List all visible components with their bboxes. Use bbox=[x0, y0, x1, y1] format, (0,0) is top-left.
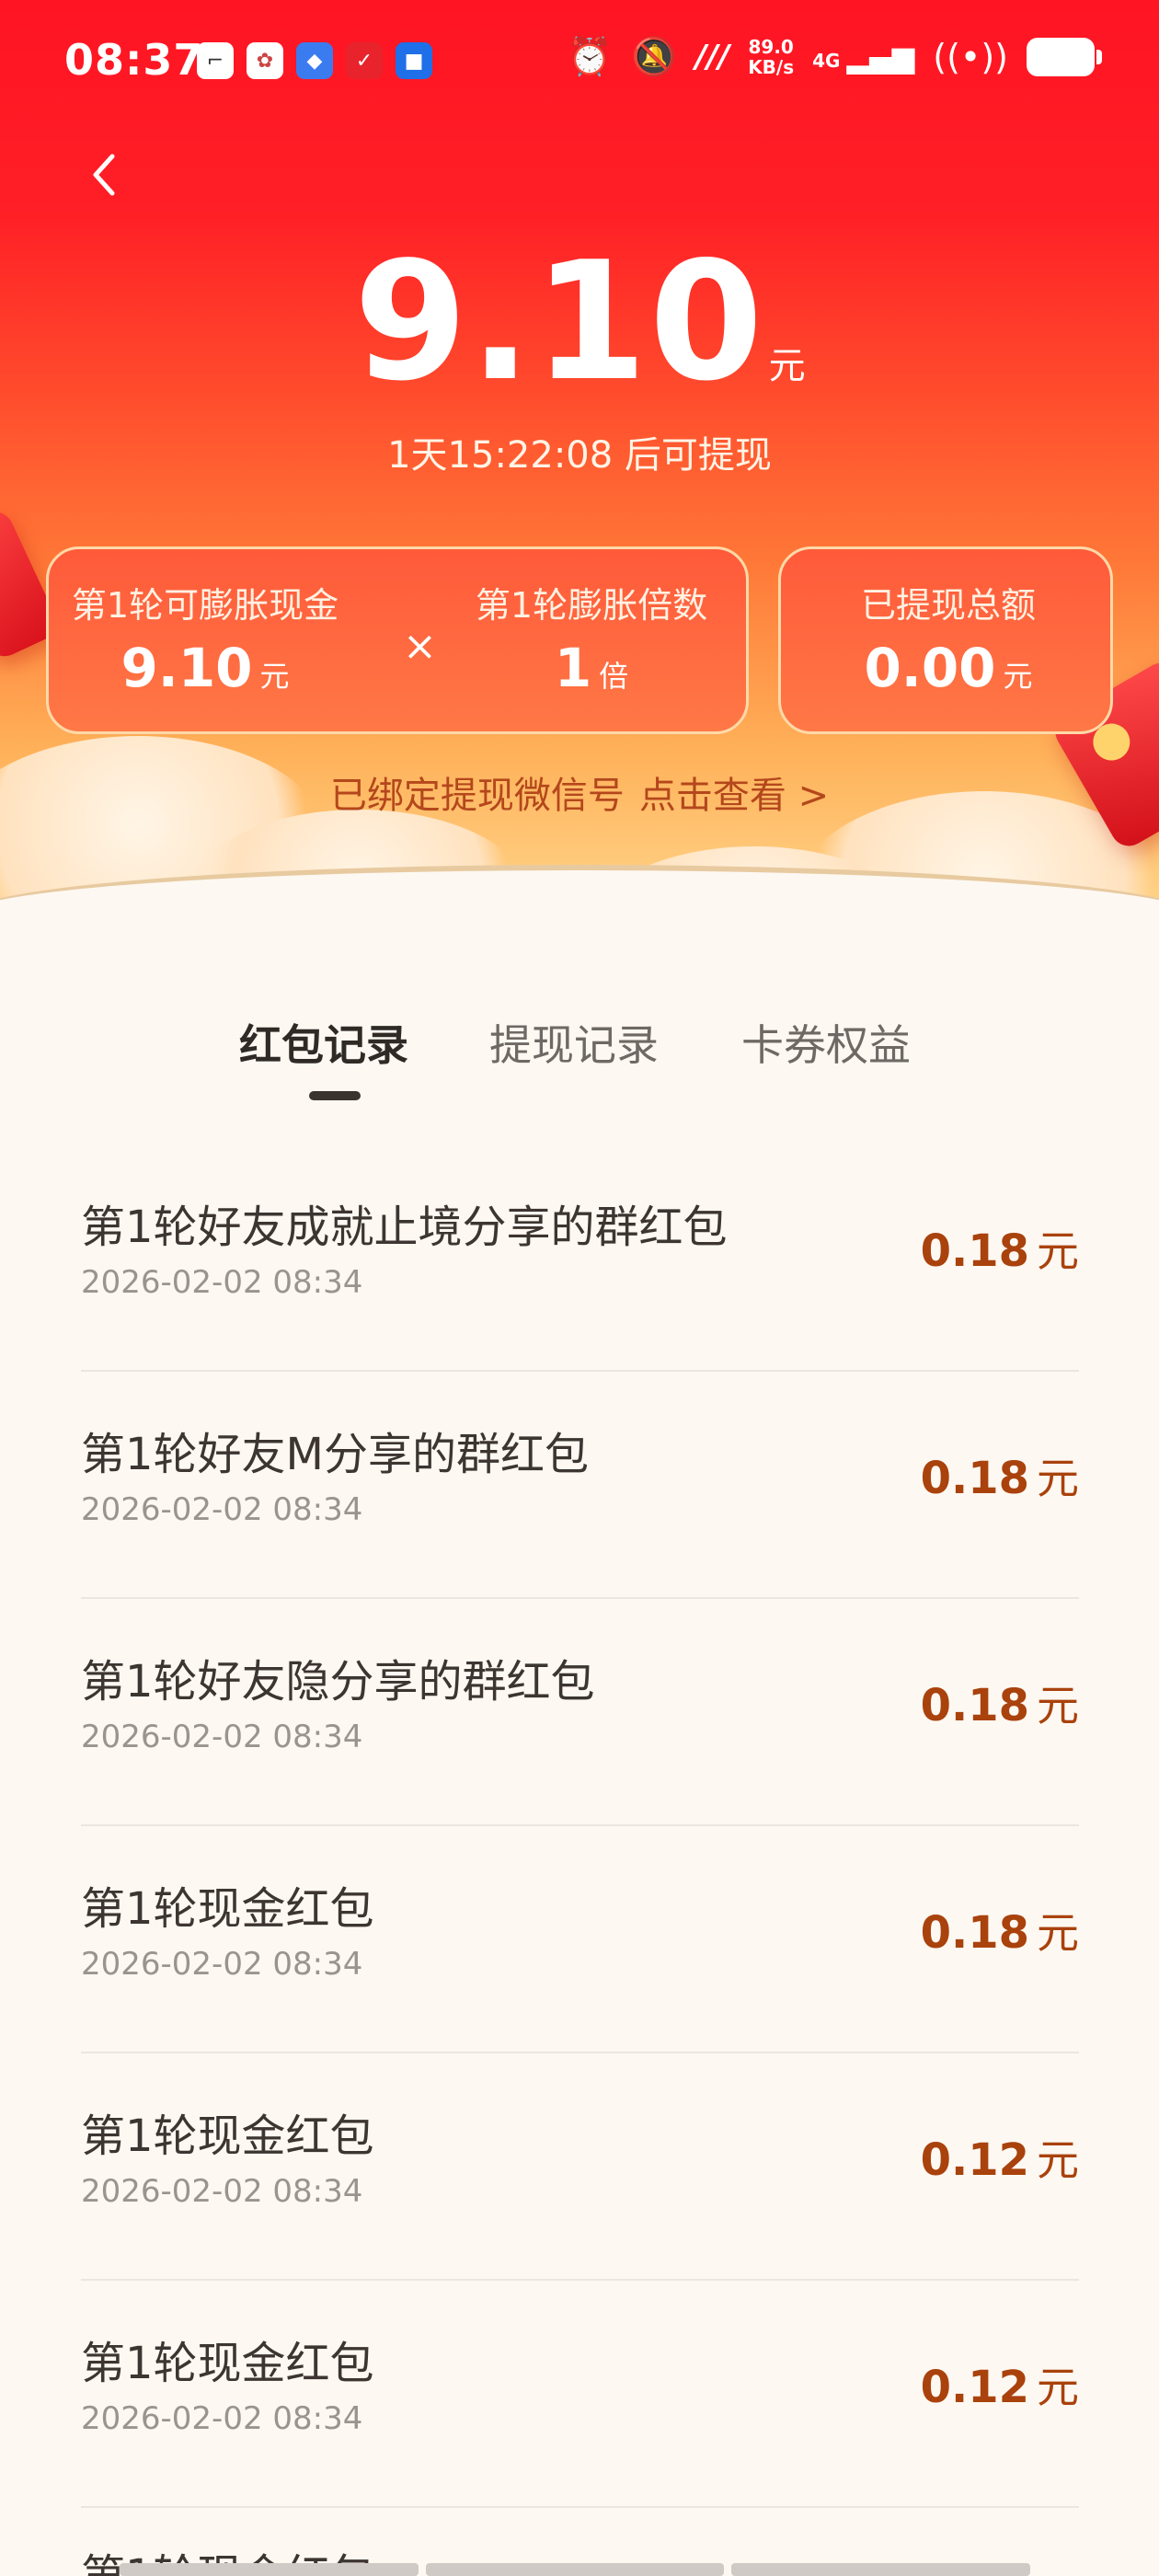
record-time: 2026-02-02 08:34 bbox=[81, 1719, 363, 1755]
record-title: 第1轮好友M分享的群红包 bbox=[81, 1429, 589, 1480]
multiply-icon: × bbox=[403, 623, 437, 670]
loading-placeholder bbox=[120, 2563, 1031, 2576]
withdraw-countdown: 1天15:22:08 后可提现 bbox=[387, 434, 772, 477]
mute-icon: 🔕 bbox=[631, 36, 677, 78]
expansion-card: 第1轮可膨胀现金 9.10 元 × 第1轮膨胀倍数 1倍 bbox=[46, 546, 749, 734]
record-time: 2026-02-02 08:34 bbox=[81, 2400, 363, 2437]
record-title: 第1轮好友成就止境分享的群红包 bbox=[81, 1202, 728, 1253]
app-notification-icon: ■ bbox=[396, 42, 432, 79]
stat-value: 1倍 bbox=[435, 637, 748, 699]
tab-coupon-benefits[interactable]: 卡券权益 bbox=[741, 1012, 911, 1073]
record-time: 2026-02-02 08:34 bbox=[81, 2173, 363, 2210]
amount-value: 0.18 bbox=[920, 1225, 1029, 1277]
tab-withdraw-records[interactable]: 提现记录 bbox=[489, 1012, 659, 1073]
speed-unit: KB/s bbox=[748, 56, 795, 78]
amount-unit: 元 bbox=[1037, 1454, 1079, 1503]
signal-icon: ▂▄▆ bbox=[846, 40, 915, 75]
withdrawn-card: 已提现总额 0.00 元 bbox=[778, 546, 1113, 734]
list-item[interactable]: 第1轮好友成就止境分享的群红包 2026-02-02 08:34 0.18 元 bbox=[81, 1144, 1079, 1372]
record-amount: 0.18 元 bbox=[921, 1900, 1079, 1961]
speed-value: 89.0 bbox=[748, 36, 794, 58]
stat-label: 第1轮可膨胀现金 bbox=[71, 585, 339, 626]
record-amount: 0.12 元 bbox=[921, 2127, 1079, 2188]
record-amount: 0.18 元 bbox=[921, 1218, 1079, 1279]
wechat-bind-row: 已绑定提现微信号 点击查看 > bbox=[0, 765, 1159, 819]
hero-header: 08:37 ⌐ ✿ ◆ ✓ ■ ⏰ 🔕 /// 89.0 KB/s 4G ▂▄▆ bbox=[0, 0, 1159, 938]
alarm-icon: ⏰ bbox=[567, 36, 614, 78]
amount-unit: 元 bbox=[1037, 2363, 1079, 2412]
list-item[interactable]: 第1轮现金红包 2026-02-02 08:34 0.18 元 bbox=[81, 1826, 1079, 2053]
withdrawn-stat: 已提现总额 0.00 元 bbox=[781, 577, 1116, 699]
network-label: 4G bbox=[812, 50, 841, 72]
stat-label: 已提现总额 bbox=[860, 585, 1036, 626]
amount-unit: 元 bbox=[1037, 2135, 1079, 2185]
expandable-cash-stat: 第1轮可膨胀现金 9.10 元 bbox=[49, 577, 361, 699]
amount-value: 0.12 bbox=[920, 2362, 1029, 2413]
balance-unit: 元 bbox=[768, 345, 806, 387]
record-time: 2026-02-02 08:34 bbox=[81, 1264, 363, 1301]
withdrawn-value: 0.00 bbox=[864, 637, 996, 699]
amount-unit: 元 bbox=[1037, 1908, 1079, 1958]
list-item[interactable]: 第1轮好友隐分享的群红包 2026-02-02 08:34 0.18 元 bbox=[81, 1599, 1079, 1826]
withdrawn-unit: 元 bbox=[1003, 659, 1033, 694]
app-notification-icon: ✿ bbox=[247, 42, 283, 79]
status-bar: 08:37 ⌐ ✿ ◆ ✓ ■ ⏰ 🔕 /// 89.0 KB/s 4G ▂▄▆ bbox=[0, 0, 1159, 110]
record-amount: 0.18 元 bbox=[921, 1445, 1079, 1506]
stat-value: 9.10 元 bbox=[49, 637, 361, 699]
tab-red-packet-records[interactable]: 红包记录 bbox=[239, 1012, 408, 1073]
record-time: 2026-02-02 08:34 bbox=[81, 1946, 363, 1983]
amount-unit: 元 bbox=[1037, 1226, 1079, 1276]
record-title: 第1轮好友隐分享的群红包 bbox=[81, 1656, 595, 1708]
cash-value: 9.10 bbox=[120, 637, 253, 699]
balance-amount: 9.10 元 bbox=[0, 239, 1159, 405]
network-type: 4G ▂▄▆ bbox=[812, 40, 914, 75]
multiplier-unit: 倍 bbox=[599, 659, 629, 694]
bind-status-text: 已绑定提现微信号 bbox=[329, 775, 625, 817]
status-icons: ⏰ 🔕 /// 89.0 KB/s 4G ▂▄▆ ((•)) bbox=[567, 36, 1102, 78]
multiplier-value: 1 bbox=[554, 637, 592, 699]
cash-unit: 元 bbox=[259, 659, 290, 694]
notification-icons: ⌐ ✿ ◆ ✓ ■ bbox=[197, 42, 432, 79]
chevron-left-icon bbox=[93, 154, 115, 196]
network-speed: 89.0 KB/s bbox=[748, 37, 794, 77]
back-button[interactable] bbox=[77, 147, 132, 202]
record-amount: 0.18 元 bbox=[921, 1673, 1079, 1733]
battery-icon bbox=[1027, 38, 1102, 76]
multiplier-stat: 第1轮膨胀倍数 1倍 bbox=[435, 577, 748, 699]
record-title: 第1轮现金红包 bbox=[81, 2110, 374, 2162]
app-notification-icon: ✓ bbox=[346, 42, 383, 79]
list-item[interactable]: 第1轮现金红包 2026-02-02 08:34 0.12 元 bbox=[81, 2053, 1079, 2281]
page: 08:37 ⌐ ✿ ◆ ✓ ■ ⏰ 🔕 /// 89.0 KB/s 4G ▂▄▆ bbox=[0, 0, 1159, 2576]
stat-value: 0.00 元 bbox=[781, 637, 1116, 699]
amount-unit: 元 bbox=[1037, 1681, 1079, 1731]
active-tab-indicator bbox=[309, 1091, 361, 1100]
record-title: 第1轮现金红包 bbox=[81, 1883, 374, 1935]
balance-value: 9.10 bbox=[353, 226, 765, 417]
list-item[interactable]: 第1轮现金红包 2026-02-02 08:34 0.12 元 bbox=[81, 2281, 1079, 2508]
app-notification-icon: ◆ bbox=[296, 42, 333, 79]
wifi-icon: ((•)) bbox=[933, 37, 1008, 77]
record-tabs: 红包记录 提现记录 卡券权益 bbox=[0, 1012, 1159, 1104]
amount-value: 0.12 bbox=[920, 2134, 1029, 2186]
amount-value: 0.18 bbox=[920, 1907, 1029, 1959]
amount-value: 0.18 bbox=[920, 1680, 1029, 1731]
record-time: 2026-02-02 08:34 bbox=[81, 1491, 363, 1528]
amount-value: 0.18 bbox=[920, 1453, 1029, 1504]
app-notification-icon: ⌐ bbox=[197, 42, 234, 79]
network-activity-icon: /// bbox=[694, 39, 730, 75]
view-bind-link[interactable]: 点击查看 > bbox=[639, 775, 829, 817]
stat-label: 第1轮膨胀倍数 bbox=[475, 585, 708, 626]
status-time: 08:37 bbox=[64, 35, 204, 85]
red-packet-list: 第1轮好友成就止境分享的群红包 2026-02-02 08:34 0.18 元 第… bbox=[81, 1144, 1079, 2508]
list-item[interactable]: 第1轮好友M分享的群红包 2026-02-02 08:34 0.18 元 bbox=[81, 1372, 1079, 1599]
record-amount: 0.12 元 bbox=[921, 2354, 1079, 2415]
record-title: 第1轮现金红包 bbox=[81, 2338, 374, 2389]
